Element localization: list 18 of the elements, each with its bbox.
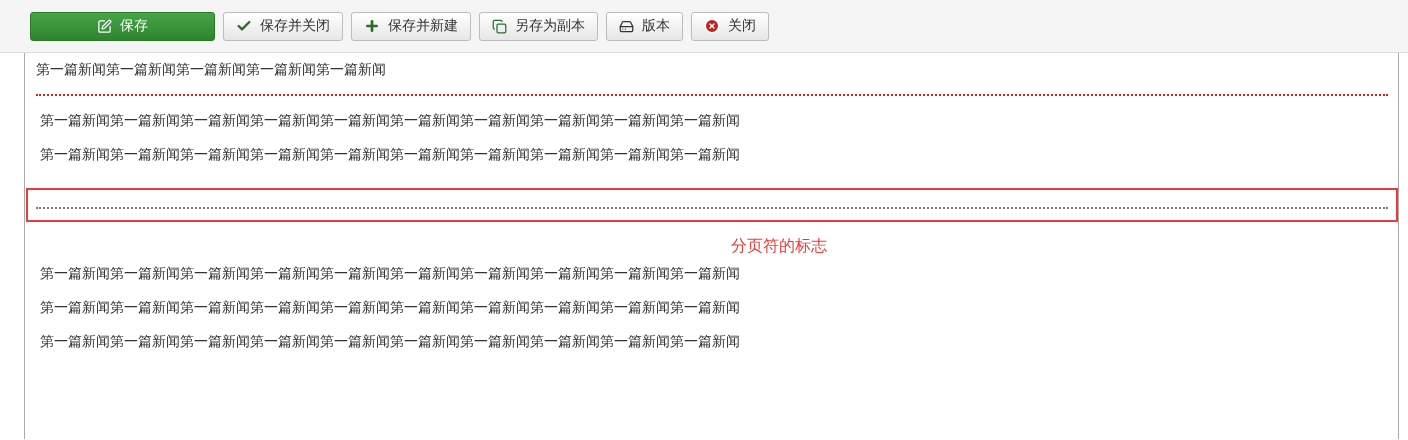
paragraph: 第一篇新闻第一篇新闻第一篇新闻第一篇新闻第一篇新闻第一篇新闻第一篇新闻第一篇新闻第一篇新闻第一篇新闻: [39, 145, 741, 164]
copy-icon: [492, 18, 507, 34]
paragraph: 第一篇新闻第一篇新闻第一篇新闻第一篇新闻第一篇新闻第一篇新闻第一篇新闻第一篇新闻第一篇新闻第一篇新闻: [39, 298, 741, 317]
drive-icon: [619, 18, 634, 34]
check-button[interactable]: 保存并关闭: [223, 11, 343, 41]
annotation-text: 分页符的标志: [730, 236, 828, 257]
close-icon: [704, 18, 720, 34]
paragraph: 第一篇新闻第一篇新闻第一篇新闻第一篇新闻第一篇新闻第一篇新闻第一篇新闻第一篇新闻第一篇新闻第一篇新闻: [39, 264, 741, 283]
copy-button[interactable]: 另存为副本: [479, 11, 598, 41]
plus-icon: [364, 18, 380, 34]
edit-icon: [97, 18, 112, 34]
paragraph: 第一篇新闻第一篇新闻第一篇新闻第一篇新闻第一篇新闻第一篇新闻第一篇新闻第一篇新闻第一篇新闻第一篇新闻: [39, 111, 741, 130]
plus-button[interactable]: 保存并新建: [351, 11, 471, 41]
title-text: 第一篇新闻第一篇新闻第一篇新闻第一篇新闻第一篇新闻: [36, 60, 387, 79]
paragraph: 第一篇新闻第一篇新闻第一篇新闻第一篇新闻第一篇新闻第一篇新闻第一篇新闻第一篇新闻第一篇新闻第一篇新闻: [39, 332, 741, 351]
close-button[interactable]: 关闭: [691, 11, 769, 41]
versions-button[interactable]: 版本: [606, 11, 683, 41]
save-button[interactable]: 保存: [30, 11, 215, 41]
